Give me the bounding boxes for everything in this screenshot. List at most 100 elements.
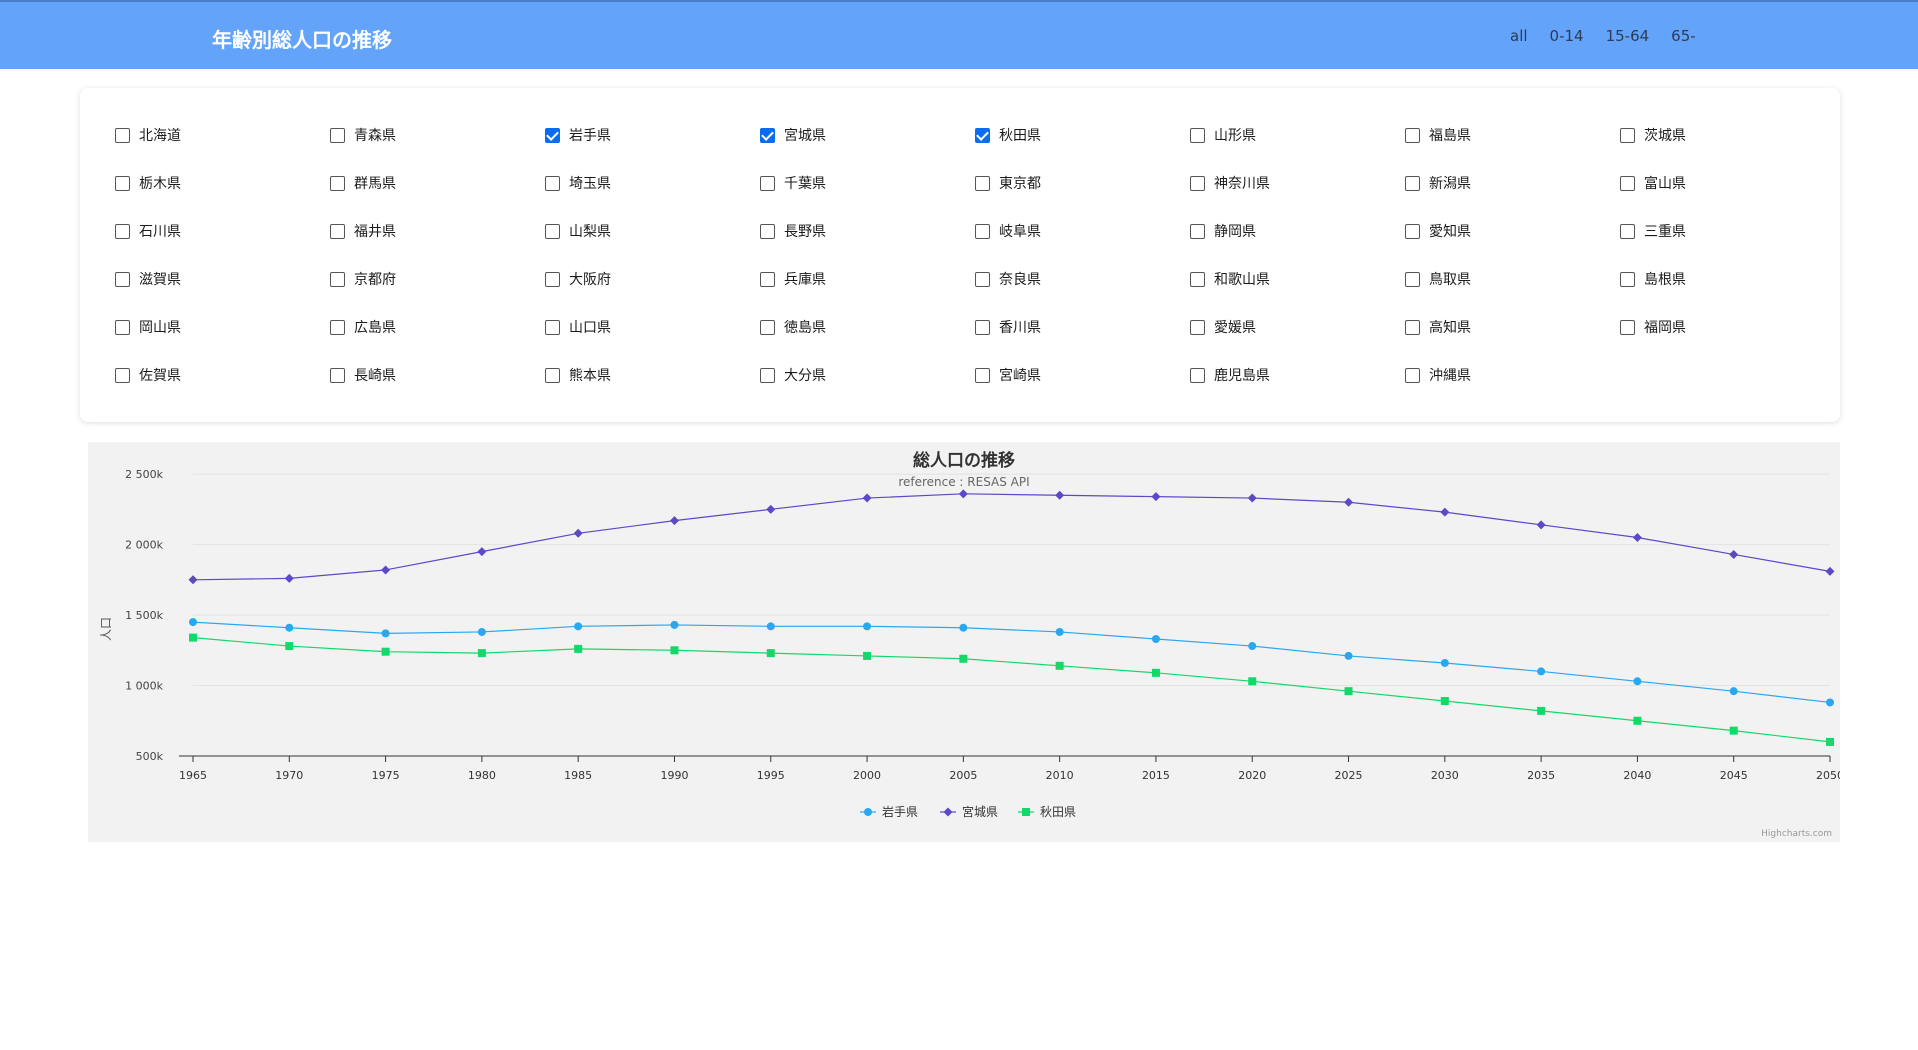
checkbox-unchecked-icon[interactable] <box>545 271 560 287</box>
checkbox-unchecked-icon[interactable] <box>330 127 345 143</box>
prefecture-checkbox[interactable]: 福岡県 <box>1620 317 1686 337</box>
prefecture-checkbox[interactable]: 愛媛県 <box>1190 317 1256 337</box>
prefecture-checkbox[interactable]: 鹿児島県 <box>1190 365 1270 385</box>
checkbox-unchecked-icon[interactable] <box>330 271 345 287</box>
checkbox-checked-icon[interactable] <box>545 127 560 143</box>
prefecture-checkbox[interactable]: 神奈川県 <box>1190 173 1270 193</box>
prefecture-checkbox[interactable]: 山梨県 <box>545 221 611 241</box>
prefecture-checkbox[interactable]: 和歌山県 <box>1190 269 1270 289</box>
prefecture-checkbox[interactable]: 大分県 <box>760 365 826 385</box>
checkbox-unchecked-icon[interactable] <box>760 367 775 383</box>
checkbox-unchecked-icon[interactable] <box>1620 175 1635 191</box>
prefecture-checkbox[interactable]: 長崎県 <box>330 365 396 385</box>
prefecture-checkbox[interactable]: 茨城県 <box>1620 125 1686 145</box>
checkbox-unchecked-icon[interactable] <box>1620 271 1635 287</box>
checkbox-unchecked-icon[interactable] <box>1190 367 1205 383</box>
prefecture-checkbox[interactable]: 福井県 <box>330 221 396 241</box>
prefecture-checkbox[interactable]: 新潟県 <box>1405 173 1471 193</box>
checkbox-unchecked-icon[interactable] <box>1190 319 1205 335</box>
prefecture-checkbox[interactable]: 北海道 <box>115 125 181 145</box>
prefecture-checkbox[interactable]: 奈良県 <box>975 269 1041 289</box>
checkbox-unchecked-icon[interactable] <box>330 175 345 191</box>
prefecture-checkbox[interactable]: 岡山県 <box>115 317 181 337</box>
checkbox-unchecked-icon[interactable] <box>115 367 130 383</box>
prefecture-checkbox[interactable]: 栃木県 <box>115 173 181 193</box>
checkbox-unchecked-icon[interactable] <box>975 223 990 239</box>
legend-item[interactable]: 岩手県 <box>882 804 918 819</box>
nav-0-14-link[interactable]: 0-14 <box>1550 27 1584 45</box>
prefecture-checkbox[interactable]: 青森県 <box>330 125 396 145</box>
prefecture-checkbox[interactable]: 長野県 <box>760 221 826 241</box>
prefecture-checkbox[interactable]: 広島県 <box>330 317 396 337</box>
prefecture-checkbox[interactable]: 岩手県 <box>545 125 611 145</box>
prefecture-checkbox[interactable]: 大阪府 <box>545 269 611 289</box>
prefecture-checkbox[interactable]: 千葉県 <box>760 173 826 193</box>
nav-15-64-link[interactable]: 15-64 <box>1606 27 1650 45</box>
prefecture-checkbox[interactable]: 埼玉県 <box>545 173 611 193</box>
checkbox-unchecked-icon[interactable] <box>760 319 775 335</box>
checkbox-checked-icon[interactable] <box>975 127 990 143</box>
legend-item[interactable]: 宮城県 <box>962 804 998 819</box>
checkbox-unchecked-icon[interactable] <box>1190 127 1205 143</box>
prefecture-checkbox[interactable]: 山口県 <box>545 317 611 337</box>
prefecture-checkbox[interactable]: 沖縄県 <box>1405 365 1471 385</box>
prefecture-checkbox[interactable]: 滋賀県 <box>115 269 181 289</box>
checkbox-unchecked-icon[interactable] <box>330 319 345 335</box>
prefecture-checkbox[interactable]: 三重県 <box>1620 221 1686 241</box>
checkbox-unchecked-icon[interactable] <box>115 127 130 143</box>
prefecture-checkbox[interactable]: 京都府 <box>330 269 396 289</box>
prefecture-checkbox[interactable]: 富山県 <box>1620 173 1686 193</box>
checkbox-unchecked-icon[interactable] <box>115 223 130 239</box>
checkbox-unchecked-icon[interactable] <box>545 367 560 383</box>
prefecture-checkbox[interactable]: 熊本県 <box>545 365 611 385</box>
checkbox-unchecked-icon[interactable] <box>545 319 560 335</box>
checkbox-unchecked-icon[interactable] <box>760 223 775 239</box>
checkbox-unchecked-icon[interactable] <box>975 175 990 191</box>
nav-65-link[interactable]: 65- <box>1671 27 1696 45</box>
checkbox-unchecked-icon[interactable] <box>1620 319 1635 335</box>
checkbox-unchecked-icon[interactable] <box>115 319 130 335</box>
checkbox-unchecked-icon[interactable] <box>1620 127 1635 143</box>
nav-all-link[interactable]: all <box>1510 27 1528 45</box>
prefecture-checkbox[interactable]: 静岡県 <box>1190 221 1256 241</box>
checkbox-checked-icon[interactable] <box>760 127 775 143</box>
checkbox-unchecked-icon[interactable] <box>1405 127 1420 143</box>
checkbox-unchecked-icon[interactable] <box>1405 271 1420 287</box>
prefecture-checkbox[interactable]: 福島県 <box>1405 125 1471 145</box>
prefecture-checkbox[interactable]: 兵庫県 <box>760 269 826 289</box>
checkbox-unchecked-icon[interactable] <box>1190 271 1205 287</box>
checkbox-unchecked-icon[interactable] <box>330 367 345 383</box>
prefecture-checkbox[interactable]: 徳島県 <box>760 317 826 337</box>
checkbox-unchecked-icon[interactable] <box>1405 175 1420 191</box>
checkbox-unchecked-icon[interactable] <box>1405 223 1420 239</box>
prefecture-checkbox[interactable]: 東京都 <box>975 173 1041 193</box>
checkbox-unchecked-icon[interactable] <box>1620 223 1635 239</box>
checkbox-unchecked-icon[interactable] <box>975 271 990 287</box>
prefecture-checkbox[interactable]: 宮崎県 <box>975 365 1041 385</box>
prefecture-checkbox[interactable]: 秋田県 <box>975 125 1041 145</box>
checkbox-unchecked-icon[interactable] <box>760 271 775 287</box>
prefecture-checkbox[interactable]: 群馬県 <box>330 173 396 193</box>
checkbox-unchecked-icon[interactable] <box>330 223 345 239</box>
checkbox-unchecked-icon[interactable] <box>1405 319 1420 335</box>
prefecture-checkbox[interactable]: 鳥取県 <box>1405 269 1471 289</box>
checkbox-unchecked-icon[interactable] <box>1405 367 1420 383</box>
prefecture-checkbox[interactable]: 岐阜県 <box>975 221 1041 241</box>
checkbox-unchecked-icon[interactable] <box>760 175 775 191</box>
prefecture-checkbox[interactable]: 香川県 <box>975 317 1041 337</box>
checkbox-unchecked-icon[interactable] <box>115 271 130 287</box>
legend-item[interactable]: 秋田県 <box>1040 805 1076 819</box>
checkbox-unchecked-icon[interactable] <box>545 175 560 191</box>
checkbox-unchecked-icon[interactable] <box>115 175 130 191</box>
checkbox-unchecked-icon[interactable] <box>1190 175 1205 191</box>
checkbox-unchecked-icon[interactable] <box>1190 223 1205 239</box>
prefecture-checkbox[interactable]: 宮城県 <box>760 125 826 145</box>
prefecture-checkbox[interactable]: 島根県 <box>1620 269 1686 289</box>
checkbox-unchecked-icon[interactable] <box>975 319 990 335</box>
checkbox-unchecked-icon[interactable] <box>975 367 990 383</box>
prefecture-checkbox[interactable]: 石川県 <box>115 221 181 241</box>
prefecture-checkbox[interactable]: 佐賀県 <box>115 365 181 385</box>
prefecture-checkbox[interactable]: 山形県 <box>1190 125 1256 145</box>
prefecture-checkbox[interactable]: 愛知県 <box>1405 221 1471 241</box>
prefecture-checkbox[interactable]: 高知県 <box>1405 317 1471 337</box>
